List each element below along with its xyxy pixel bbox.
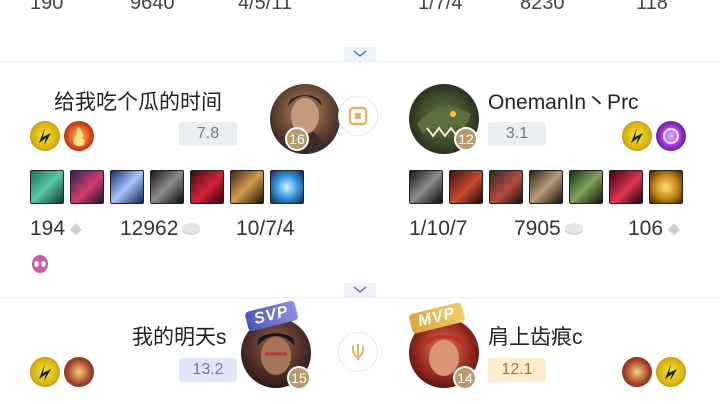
minion-icon [70,223,83,235]
axe-item-icon [449,170,483,204]
right-player-level-badge: 12 [454,127,478,151]
gold-icon [182,223,201,235]
left-cs-stat: 194 [30,217,84,241]
minion-icon [668,223,681,235]
row-divider [0,61,720,62]
expand-chevron-button[interactable] [344,283,376,297]
right-player-score-2: 12.1 [488,358,546,382]
right-player-name-2[interactable]: 肩上齿痕c [488,321,583,351]
right-cs-stat: 106 [628,217,682,241]
chevron-down-icon [353,50,367,58]
gauntlet-item-icon [529,170,563,204]
boots-item-icon [489,170,523,204]
crystal-item-icon [270,170,304,204]
right-kda-stat: 1/10/7 [409,217,468,240]
right-player-score: 3.1 [488,122,546,146]
expand-chevron-button[interactable] [344,47,376,61]
left-gold-value: 12962 [120,217,179,240]
prev-left-cs: 190 [30,0,64,14]
left-player-level-badge-2: 15 [287,366,311,390]
left-gold-stat: 12962 [120,217,201,241]
prev-left-gold: 9640 [130,0,175,14]
bow-item-icon [230,170,264,204]
gold-icon [564,223,583,235]
smite-spell-icon [64,121,94,151]
right-player-level-badge-2: 14 [453,366,477,390]
boots-item-icon [190,170,224,204]
right-gold-stat: 7905 [514,217,584,241]
left-player-score: 7.8 [179,122,237,146]
ignite-spell-icon [622,357,652,387]
right-gold-value: 7905 [514,217,561,240]
lantern-item-icon [649,170,683,204]
prev-left-kda: 4/5/11 [238,0,293,14]
flash-spell-icon [656,357,686,387]
trident-item-icon [30,170,64,204]
dagger-item-icon [150,170,184,204]
prev-right-kda: 1/7/4 [418,0,463,14]
left-cs-value: 194 [30,217,66,240]
sword-item-icon [70,170,104,204]
left-kda-stat: 10/7/4 [236,217,295,240]
right-player-name[interactable]: OnemanIn丶Prc [488,86,639,116]
left-player-name[interactable]: 给我吃个瓜的时间 [54,86,222,116]
ignite-spell-icon [64,357,94,387]
chevron-down-icon [353,286,367,294]
left-player-level-badge: 16 [285,127,309,151]
alien-icon [30,255,50,275]
gem-item-icon [609,170,643,204]
square-target-icon [348,106,368,126]
prev-right-gold: 8230 [520,0,565,14]
flash-spell-icon [30,121,60,151]
left-player-score-2: 13.2 [179,358,237,382]
left-player-name-2[interactable]: 我的明天s [132,321,227,351]
match-result-badge-2 [338,332,378,372]
armor-item-icon [569,170,603,204]
right-cs-value: 106 [628,217,664,240]
wings-icon [351,344,365,360]
armor-item-icon [110,170,144,204]
row-divider [0,297,720,298]
purple-spell-icon [656,121,686,151]
flash-spell-icon [622,121,652,151]
prev-right-cs: 118 [636,0,668,14]
flash-spell-icon [30,357,60,387]
match-result-badge [338,96,378,136]
dagger-item-icon [409,170,443,204]
